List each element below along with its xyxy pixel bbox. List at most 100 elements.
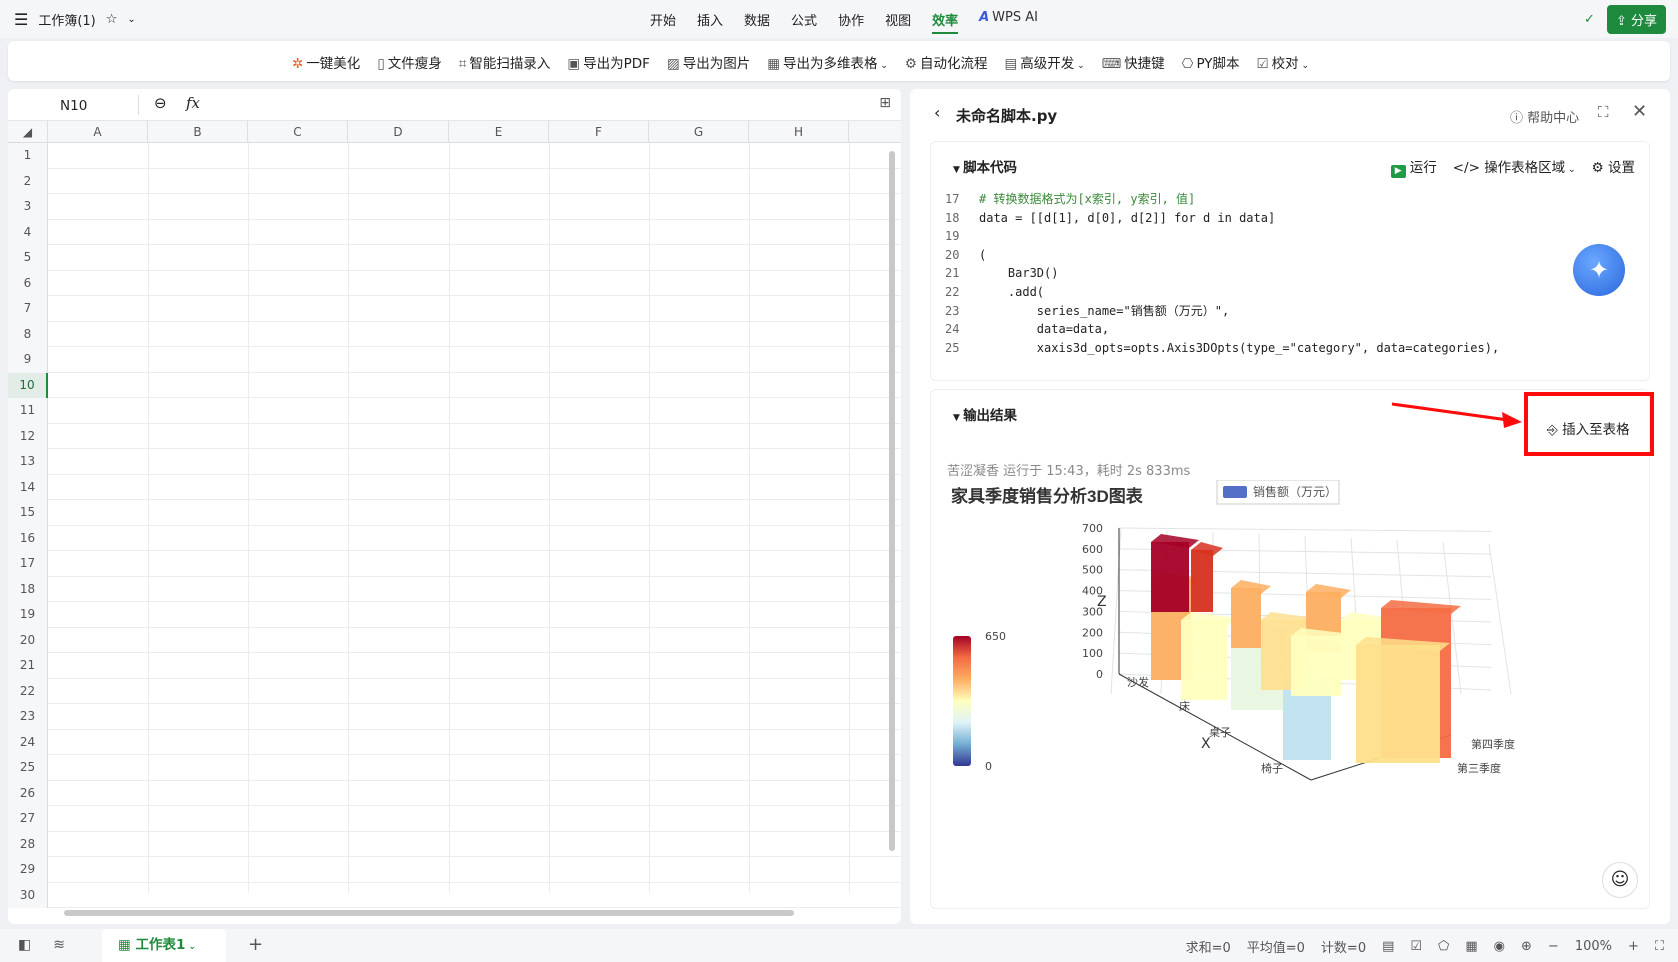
grid-row[interactable]: 24: [8, 729, 901, 755]
row-header[interactable]: 21: [8, 653, 48, 679]
menu-item-view[interactable]: 视图: [885, 10, 911, 34]
ribbon-dev-button[interactable]: ▤ 高级开发 ⌄: [1004, 52, 1084, 72]
row-header[interactable]: 1: [8, 143, 48, 169]
grid-row[interactable]: 11: [8, 398, 901, 424]
select-all-corner[interactable]: ◢: [8, 121, 48, 143]
grid-row[interactable]: 19: [8, 602, 901, 628]
name-box[interactable]: N10: [60, 98, 87, 114]
formula-expand-icon[interactable]: ⊞: [879, 95, 891, 111]
grid-row[interactable]: 18: [8, 576, 901, 602]
column-header-b[interactable]: B: [148, 121, 248, 143]
grid-row[interactable]: 28: [8, 831, 901, 857]
page-view-icon[interactable]: ⊕: [1521, 939, 1532, 954]
row-header[interactable]: 3: [8, 194, 48, 220]
ribbon-export-pdf-button[interactable]: ▣ 导出为PDF: [567, 52, 650, 72]
grid-row[interactable]: 13: [8, 449, 901, 475]
ribbon-py-script-button[interactable]: ⎔ PY脚本: [1182, 52, 1240, 72]
menu-item-insert[interactable]: 插入: [697, 10, 723, 34]
row-header[interactable]: 8: [8, 321, 48, 347]
ribbon-automation-button[interactable]: ⚙ 自动化流程: [905, 52, 988, 72]
workbook-title[interactable]: 工作簿(1): [38, 10, 95, 29]
column-header-a[interactable]: A: [48, 121, 148, 143]
sidebar-toggle-icon[interactable]: ◧: [18, 937, 31, 953]
visual-map[interactable]: 650 0: [953, 630, 1006, 773]
ribbon-export-multitable-button[interactable]: ▦ 导出为多维表格 ⌄: [767, 52, 888, 72]
menu-item-formula[interactable]: 公式: [791, 10, 817, 34]
grid-row[interactable]: 4: [8, 219, 901, 245]
shape-icon[interactable]: ⬠: [1438, 939, 1449, 954]
cloud-sync-icon[interactable]: ✓: [1584, 12, 1595, 27]
row-header[interactable]: 9: [8, 347, 48, 373]
ribbon-shortcut-button[interactable]: ⌨ 快捷键: [1102, 52, 1165, 72]
assistant-bird-icon[interactable]: ✦: [1573, 244, 1625, 296]
fx-button[interactable]: fx: [186, 94, 200, 112]
grid-row[interactable]: 27: [8, 806, 901, 832]
ribbon-beautify-button[interactable]: ✲ 一键美化: [292, 52, 360, 72]
grid-row[interactable]: 30: [8, 882, 901, 908]
grid-row[interactable]: 7: [8, 296, 901, 322]
row-header[interactable]: 14: [8, 474, 48, 500]
horizontal-scrollbar[interactable]: [64, 910, 794, 916]
assistant-avatar-icon[interactable]: ☺: [1602, 862, 1638, 898]
column-header-d[interactable]: D: [348, 121, 449, 143]
zoom-level[interactable]: 100%: [1575, 939, 1612, 954]
add-sheet-button[interactable]: +: [248, 934, 263, 955]
grid-row[interactable]: 22: [8, 678, 901, 704]
zoom-in-icon[interactable]: +: [1628, 939, 1639, 954]
hamburger-icon[interactable]: ☰: [14, 10, 28, 29]
close-icon[interactable]: ✕: [1632, 101, 1647, 122]
grid-row[interactable]: 2: [8, 168, 901, 194]
row-header[interactable]: 23: [8, 704, 48, 730]
menu-item-data[interactable]: 数据: [744, 10, 770, 34]
row-header[interactable]: 17: [8, 551, 48, 577]
row-header[interactable]: 28: [8, 831, 48, 857]
fullscreen-icon[interactable]: ⛶: [1655, 939, 1664, 954]
row-header[interactable]: 22: [8, 678, 48, 704]
row-header[interactable]: 24: [8, 729, 48, 755]
grid-row[interactable]: 15: [8, 500, 901, 526]
grid-row[interactable]: 23: [8, 704, 901, 730]
grid-row[interactable]: 16: [8, 525, 901, 551]
column-header-h[interactable]: H: [749, 121, 849, 143]
grid-row[interactable]: 6: [8, 270, 901, 296]
row-header[interactable]: 30: [8, 882, 48, 908]
normal-view-icon[interactable]: ▦: [1465, 939, 1477, 954]
row-header[interactable]: 18: [8, 576, 48, 602]
output-section-header[interactable]: ▼ 输出结果: [953, 404, 1017, 424]
grid-row[interactable]: 20: [8, 627, 901, 653]
row-header[interactable]: 5: [8, 245, 48, 271]
settings-button[interactable]: ⚙ 设置: [1592, 156, 1635, 178]
table-range-button[interactable]: </> 操作表格区域 ⌄: [1453, 156, 1576, 178]
star-icon[interactable]: ☆: [106, 12, 118, 27]
ribbon-proofread-button[interactable]: ☑ 校对 ⌄: [1257, 52, 1310, 72]
menu-item-wps-ai[interactable]: A WPS AI: [979, 10, 1038, 34]
column-header-g[interactable]: G: [649, 121, 749, 143]
eye-icon[interactable]: ◉: [1494, 939, 1505, 954]
row-header[interactable]: 19: [8, 602, 48, 628]
row-header[interactable]: 10: [8, 372, 48, 398]
run-button[interactable]: ▶ 运行: [1390, 156, 1437, 178]
grid-row[interactable]: 25: [8, 755, 901, 781]
row-header[interactable]: 16: [8, 525, 48, 551]
check-icon[interactable]: ☑: [1410, 939, 1422, 954]
row-header[interactable]: 7: [8, 296, 48, 322]
expand-icon[interactable]: ⛶: [1598, 103, 1609, 121]
row-header[interactable]: 13: [8, 449, 48, 475]
grid-row[interactable]: 12: [8, 423, 901, 449]
ribbon-file-slim-button[interactable]: ▯ 文件瘦身: [377, 52, 441, 72]
column-header-e[interactable]: E: [449, 121, 549, 143]
code-section-header[interactable]: ▼ 脚本代码: [953, 156, 1017, 176]
grid-row[interactable]: 10: [8, 372, 901, 398]
column-header-c[interactable]: C: [248, 121, 348, 143]
column-header-f[interactable]: F: [549, 121, 649, 143]
menu-item-efficiency[interactable]: 效率: [932, 10, 959, 34]
grid-row[interactable]: 26: [8, 780, 901, 806]
vertical-scrollbar[interactable]: [889, 151, 895, 851]
grid-row[interactable]: 1: [8, 143, 901, 169]
row-header[interactable]: 15: [8, 500, 48, 526]
grid-row[interactable]: 8: [8, 321, 901, 347]
code-editor[interactable]: 17 # 转换数据格式为[x索引, y索引, 值] 18 data = [[d[1]…: [945, 190, 1635, 372]
sheet-tab-1[interactable]: ▦ 工作表1 ⌄: [102, 929, 226, 962]
row-header[interactable]: 11: [8, 398, 48, 424]
grid-row[interactable]: 14: [8, 474, 901, 500]
